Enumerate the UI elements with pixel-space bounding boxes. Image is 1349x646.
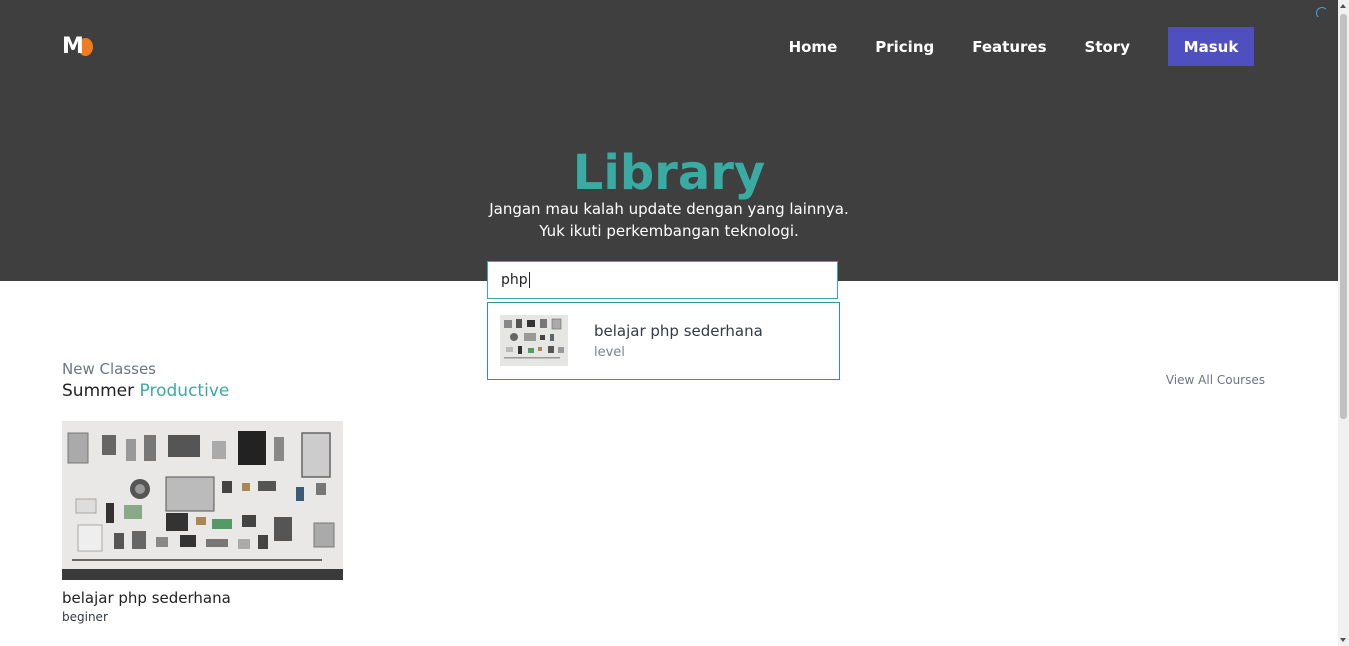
gadget-flatlay-image[interactable] [62, 421, 343, 580]
hero-section: M Home Pricing Features Story Masuk Libr… [0, 0, 1338, 281]
m-logo-icon: M [62, 34, 84, 59]
search-result-level: level [594, 345, 625, 360]
section-title-plain: Summer [62, 381, 135, 401]
search-input[interactable]: php [487, 261, 838, 299]
nav-features[interactable]: Features [972, 38, 1046, 56]
course-title[interactable]: belajar php sederhana [62, 589, 231, 607]
gadget-flatlay-thumbnail [500, 315, 568, 366]
search-results-dropdown: belajar php sederhana level [487, 302, 840, 380]
scroll-down-icon[interactable] [1340, 638, 1346, 642]
text-cursor [528, 272, 530, 288]
loading-spinner-icon [1316, 7, 1328, 19]
section-title: Summer Productive [62, 381, 229, 401]
scroll-up-icon[interactable] [1340, 4, 1346, 8]
page-scrollbar[interactable] [1338, 0, 1349, 646]
nav-story[interactable]: Story [1085, 38, 1130, 56]
login-button[interactable]: Masuk [1168, 27, 1254, 66]
search-input-value: php [501, 272, 528, 288]
course-level: beginer [62, 610, 108, 624]
brand-logo[interactable]: M [62, 35, 94, 59]
view-all-courses-link[interactable]: View All Courses [1166, 373, 1265, 387]
section-label: New Classes [62, 360, 156, 378]
search-result-title: belajar php sederhana [594, 322, 763, 340]
nav-pricing[interactable]: Pricing [875, 38, 934, 56]
scroll-thumb[interactable] [1340, 14, 1347, 419]
section-title-accent: Productive [139, 381, 230, 401]
hero-subtitle-line1: Jangan mau kalah update dengan yang lain… [489, 200, 849, 218]
hero-subtitle-line2: Yuk ikuti perkembangan teknologi. [539, 222, 799, 240]
nav-home[interactable]: Home [789, 38, 838, 56]
page-title: Library [572, 145, 766, 201]
main-nav: Home Pricing Features Story Masuk [751, 27, 1254, 66]
